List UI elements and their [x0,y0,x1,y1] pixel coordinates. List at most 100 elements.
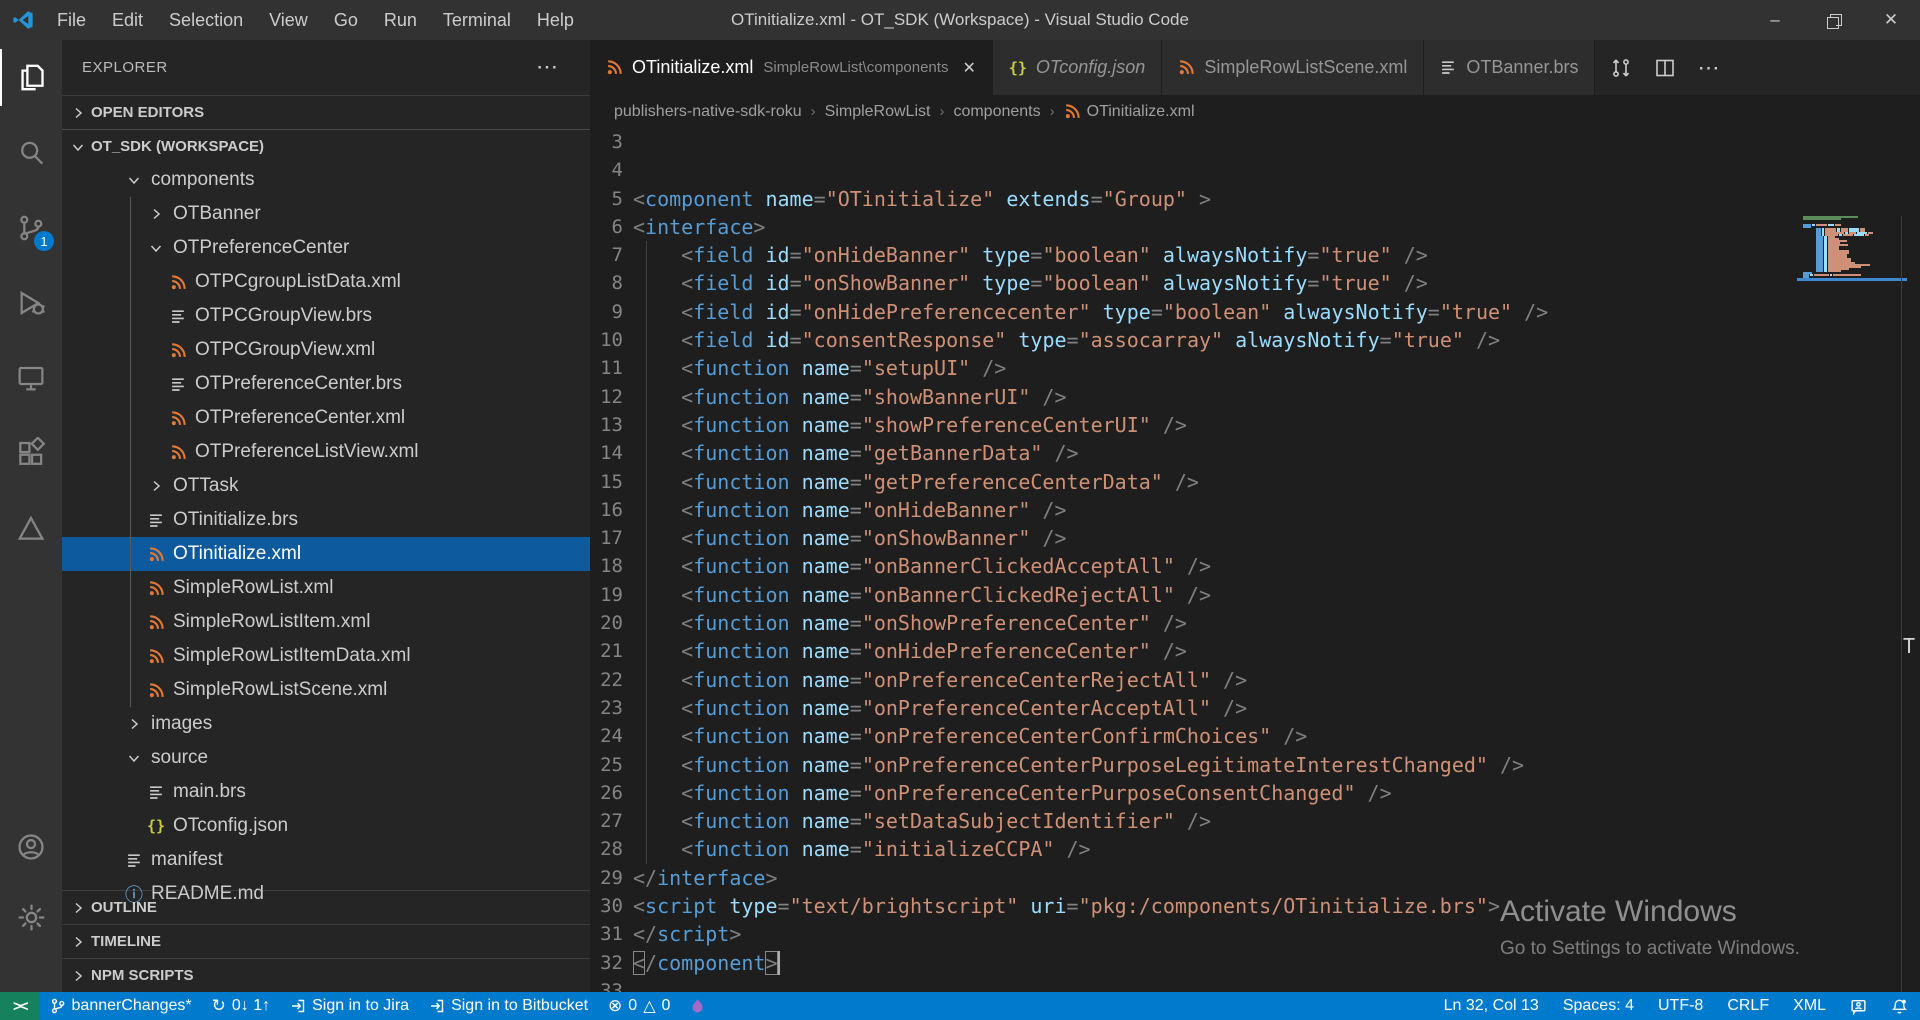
section-npm-scripts[interactable]: NPM SCRIPTS [62,958,590,992]
code-editor[interactable]: 345<component name="OTinitialize" extend… [590,128,1920,992]
menu-terminal[interactable]: Terminal [430,0,524,40]
code-line-33[interactable]: 33 [590,977,1920,992]
explorer-more-actions-button[interactable]: ⋯ [536,54,560,80]
split-editor-icon[interactable] [1653,56,1677,80]
remote-explorer-icon[interactable] [0,340,62,415]
breadcrumb-item[interactable]: publishers-native-sdk-roku [614,103,802,121]
menu-selection[interactable]: Selection [156,0,256,40]
status-remote-indicator[interactable]: >< [0,992,40,1020]
section-outline[interactable]: OUTLINE [62,890,590,924]
status-bitbucket-signin[interactable]: Sign in to Bitbucket [419,992,598,1020]
menu-help[interactable]: Help [524,0,587,40]
tree-item-otpcgroupview-xml[interactable]: OTPCGroupView.xml [62,333,590,367]
close-button[interactable]: ✕ [1862,0,1920,40]
extensions-icon[interactable] [0,415,62,490]
explorer-icon[interactable] [0,40,62,115]
status-problems[interactable]: ⊗0△0 [598,992,680,1020]
status-cursor-position[interactable]: Ln 32, Col 13 [1432,992,1551,1020]
code-line-10[interactable]: 10 <field id="consentResponse" type="ass… [590,326,1920,354]
status-flame-extension[interactable] [680,992,715,1020]
code-line-13[interactable]: 13 <function name="showPreferenceCenterU… [590,411,1920,439]
code-line-19[interactable]: 19 <function name="onBannerClickedReject… [590,581,1920,609]
tree-item-otinitialize-brs[interactable]: OTinitialize.brs [62,503,590,537]
close-tab-icon[interactable]: ✕ [962,58,975,78]
status-language-mode[interactable]: XML [1781,992,1838,1020]
menu-run[interactable]: Run [371,0,430,40]
menu-edit[interactable]: Edit [99,0,156,40]
tree-item-otpcgrouplistdata-xml[interactable]: OTPCgroupListData.xml [62,265,590,299]
code-line-27[interactable]: 27 <function name="setDataSubjectIdentif… [590,807,1920,835]
code-line-17[interactable]: 17 <function name="onShowBanner" /> [590,524,1920,552]
tree-item-components[interactable]: components [62,163,590,197]
tree-item-simplerowlistitemdata-xml[interactable]: SimpleRowListItemData.xml [62,639,590,673]
menu-go[interactable]: Go [321,0,371,40]
section-workspace[interactable]: OT_SDK (WORKSPACE) [62,129,590,163]
status-git-branch[interactable]: bannerChanges* [40,992,202,1020]
status-git-sync[interactable]: ↻0↓ 1↑ [202,992,281,1020]
code-line-18[interactable]: 18 <function name="onBannerClickedAccept… [590,552,1920,580]
status-encoding[interactable]: UTF-8 [1646,992,1715,1020]
section-timeline[interactable]: TIMELINE [62,924,590,958]
run-debug-icon[interactable] [0,265,62,340]
code-line-20[interactable]: 20 <function name="onShowPreferenceCente… [590,609,1920,637]
code-line-22[interactable]: 22 <function name="onPreferenceCenterRej… [590,666,1920,694]
breadcrumb-item[interactable]: OTinitialize.xml [1064,103,1195,121]
code-line-14[interactable]: 14 <function name="getBannerData" /> [590,439,1920,467]
code-line-21[interactable]: 21 <function name="onHidePreferenceCente… [590,637,1920,665]
tree-item-main-brs[interactable]: main.brs [62,775,590,809]
status-jira-signin[interactable]: Sign in to Jira [280,992,419,1020]
tree-item-otpreferencecenter[interactable]: OTPreferenceCenter [62,231,590,265]
code-line-28[interactable]: 28 <function name="initializeCCPA" /> [590,835,1920,863]
code-line-5[interactable]: 5<component name="OTinitialize" extends=… [590,185,1920,213]
more-actions-icon[interactable]: ⋯ [1697,55,1720,81]
open-changes-icon[interactable] [1609,56,1633,80]
code-line-26[interactable]: 26 <function name="onPreferenceCenterPur… [590,779,1920,807]
code-line-24[interactable]: 24 <function name="onPreferenceCenterCon… [590,722,1920,750]
code-line-4[interactable]: 4 [590,156,1920,184]
section-open-editors[interactable]: OPEN EDITORS [62,95,590,129]
menu-view[interactable]: View [256,0,321,40]
code-line-6[interactable]: 6<interface> [590,213,1920,241]
search-icon[interactable] [0,115,62,190]
status-notifications[interactable] [1879,992,1920,1020]
tab-otinitialize-xml[interactable]: OTinitialize.xmlSimpleRowList\components… [590,40,993,95]
tree-item-otbanner[interactable]: OTBanner [62,197,590,231]
settings-icon[interactable] [0,882,62,952]
code-line-16[interactable]: 16 <function name="onHideBanner" /> [590,496,1920,524]
minimap[interactable] [1803,216,1901,282]
breadcrumb-item[interactable]: SimpleRowList [825,103,931,121]
custom-extension-icon[interactable] [0,490,62,565]
code-line-7[interactable]: 7 <field id="onHideBanner" type="boolean… [590,241,1920,269]
code-line-12[interactable]: 12 <function name="showBannerUI" /> [590,383,1920,411]
tree-item-otpreferencecenter-brs[interactable]: OTPreferenceCenter.brs [62,367,590,401]
code-line-3[interactable]: 3 [590,128,1920,156]
code-line-23[interactable]: 23 <function name="onPreferenceCenterAcc… [590,694,1920,722]
menu-file[interactable]: File [44,0,99,40]
code-line-15[interactable]: 15 <function name="getPreferenceCenterDa… [590,468,1920,496]
code-line-29[interactable]: 29</interface> [590,864,1920,892]
code-line-8[interactable]: 8 <field id="onShowBanner" type="boolean… [590,269,1920,297]
tree-item-otpreferencecenter-xml[interactable]: OTPreferenceCenter.xml [62,401,590,435]
tree-item-otconfig-json[interactable]: {}OTconfig.json [62,809,590,843]
tree-item-images[interactable]: images [62,707,590,741]
status-indentation[interactable]: Spaces: 4 [1551,992,1646,1020]
tree-item-otinitialize-xml[interactable]: OTinitialize.xml [62,537,590,571]
accounts-icon[interactable] [0,812,62,882]
source-control-icon[interactable]: 1 [0,190,62,265]
status-eol[interactable]: CRLF [1715,992,1781,1020]
tree-item-manifest[interactable]: manifest [62,843,590,877]
tab-otbanner-brs[interactable]: OTBanner.brs [1424,40,1595,95]
code-line-9[interactable]: 9 <field id="onHidePreferencecenter" typ… [590,298,1920,326]
tree-item-simplerowlistscene-xml[interactable]: SimpleRowListScene.xml [62,673,590,707]
tab-simplerowlistscene-xml[interactable]: SimpleRowListScene.xml [1162,40,1424,95]
breadcrumb-item[interactable]: components [953,103,1040,121]
code-line-25[interactable]: 25 <function name="onPreferenceCenterPur… [590,751,1920,779]
code-line-11[interactable]: 11 <function name="setupUI" /> [590,354,1920,382]
status-feedback[interactable] [1838,992,1879,1020]
tree-item-simplerowlist-xml[interactable]: SimpleRowList.xml [62,571,590,605]
tree-item-ottask[interactable]: OTTask [62,469,590,503]
tab-otconfig-json[interactable]: {}OTconfig.json [993,40,1162,95]
tree-item-otpreferencelistview-xml[interactable]: OTPreferenceListView.xml [62,435,590,469]
tree-item-simplerowlistitem-xml[interactable]: SimpleRowListItem.xml [62,605,590,639]
tree-item-source[interactable]: source [62,741,590,775]
